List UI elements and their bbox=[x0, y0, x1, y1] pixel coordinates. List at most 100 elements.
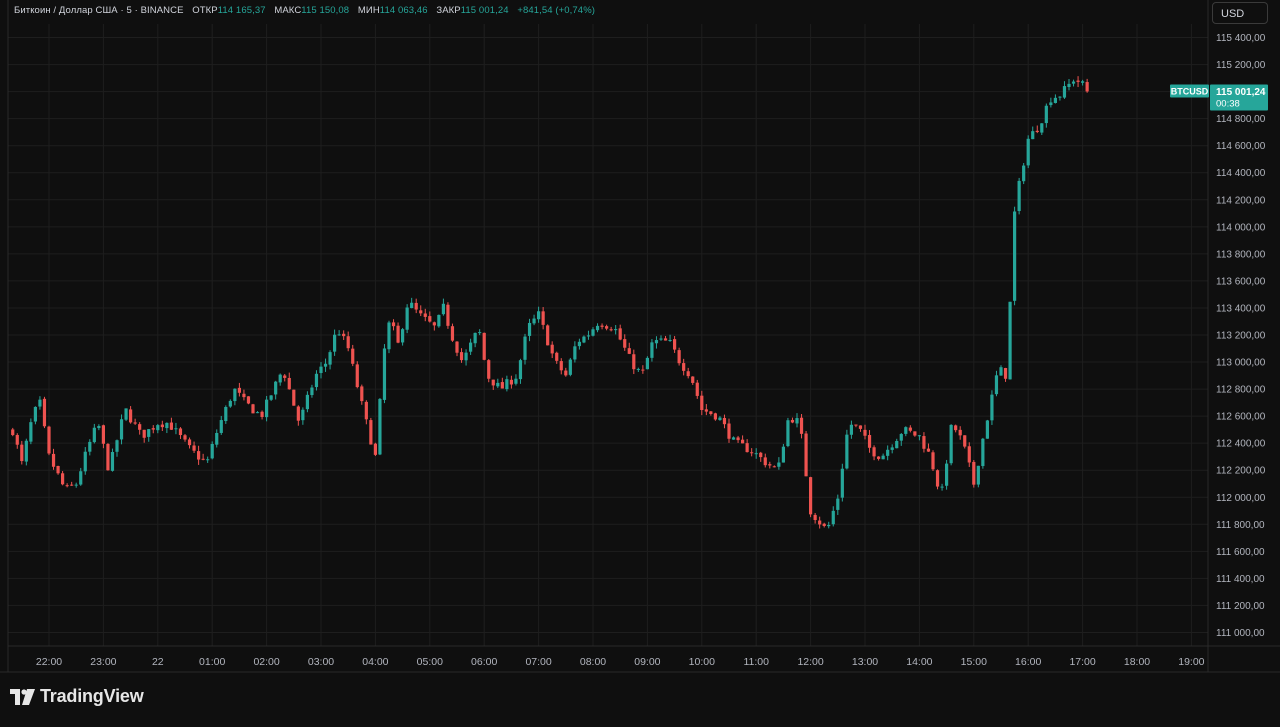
candle-body bbox=[292, 389, 296, 406]
candle bbox=[355, 361, 359, 389]
y-tick-label: 113 200,00 bbox=[1216, 331, 1266, 342]
candle bbox=[1044, 103, 1048, 128]
candle bbox=[591, 327, 595, 337]
candle-body bbox=[206, 459, 210, 461]
candle-body bbox=[614, 329, 618, 331]
symbol-description[interactable]: Биткоин / Доллар США · 5 · BINANCE bbox=[14, 5, 184, 16]
candle bbox=[577, 338, 581, 350]
candle-body bbox=[224, 406, 228, 422]
candle-body bbox=[895, 440, 899, 449]
candle bbox=[994, 370, 999, 397]
high-value: 115 150,08 bbox=[301, 5, 350, 16]
candle bbox=[124, 408, 128, 422]
candle bbox=[369, 417, 373, 445]
candle-body bbox=[138, 424, 142, 430]
candle bbox=[169, 417, 173, 430]
candle bbox=[700, 390, 704, 416]
candle-body bbox=[772, 466, 776, 468]
candle bbox=[673, 336, 677, 353]
candle-body bbox=[541, 311, 545, 325]
candle bbox=[541, 307, 545, 330]
candle-body bbox=[237, 387, 241, 393]
candle bbox=[337, 330, 341, 336]
candle bbox=[777, 457, 781, 470]
candle-body bbox=[1013, 211, 1017, 301]
last-price-label: 115 001,24 bbox=[1216, 87, 1266, 98]
candle bbox=[863, 424, 867, 440]
candle-body bbox=[609, 329, 613, 331]
candle-body bbox=[287, 377, 291, 390]
candle bbox=[1003, 367, 1008, 382]
candle-body bbox=[582, 336, 586, 343]
candle-body bbox=[305, 394, 309, 410]
candle bbox=[129, 406, 133, 424]
candle-body bbox=[1008, 301, 1012, 380]
candle bbox=[1026, 135, 1030, 169]
candle-body bbox=[818, 520, 822, 525]
candle bbox=[582, 335, 586, 344]
candle-body bbox=[863, 429, 867, 436]
candle bbox=[224, 405, 228, 424]
candle-body bbox=[537, 311, 541, 320]
chart-canvas[interactable]: 111 000,00 111 200,00 111 400,00 111 600,00… bbox=[0, 0, 1280, 722]
candle-body bbox=[391, 322, 396, 327]
candle bbox=[917, 435, 921, 441]
candle bbox=[736, 435, 740, 443]
candle-body bbox=[274, 381, 278, 395]
candle bbox=[1013, 206, 1017, 306]
candle bbox=[963, 435, 967, 449]
candle-body bbox=[1067, 83, 1071, 88]
candle-body bbox=[387, 322, 391, 350]
candle-body bbox=[70, 484, 74, 486]
candle-body bbox=[11, 429, 15, 436]
candle-body bbox=[56, 465, 60, 474]
close-value: 115 001,24 bbox=[460, 5, 509, 16]
candle bbox=[650, 339, 654, 362]
candle-body bbox=[985, 420, 989, 439]
candle-body bbox=[106, 443, 110, 471]
candle-body bbox=[473, 332, 477, 344]
candle-body bbox=[954, 425, 958, 431]
candle bbox=[278, 373, 282, 386]
candle bbox=[877, 456, 881, 461]
candle-body bbox=[1081, 81, 1085, 83]
y-tick-label: 113 800,00 bbox=[1216, 249, 1266, 260]
candle-body bbox=[591, 329, 595, 336]
x-tick-label: 02:00 bbox=[253, 656, 279, 668]
candle-body bbox=[1053, 97, 1057, 104]
candle bbox=[1017, 177, 1021, 215]
candle bbox=[396, 322, 400, 344]
candle bbox=[849, 420, 853, 439]
candle-body bbox=[441, 303, 445, 315]
candle-body bbox=[509, 379, 513, 385]
candle-body bbox=[858, 425, 863, 429]
candle-body bbox=[663, 338, 668, 341]
candle-body bbox=[922, 436, 926, 449]
candle-body bbox=[668, 340, 672, 342]
candle-body bbox=[296, 406, 300, 421]
candle bbox=[750, 448, 754, 457]
candle bbox=[949, 424, 953, 466]
candle bbox=[496, 378, 500, 389]
tradingview-logo[interactable]: TradingView bbox=[10, 686, 144, 707]
candle-body bbox=[478, 332, 482, 334]
price-chart[interactable]: 111 000,00 111 200,00 111 400,00 111 600,00… bbox=[0, 0, 1280, 722]
candle bbox=[781, 443, 785, 463]
candle-body bbox=[437, 314, 441, 327]
y-tick-label: 115 400,00 bbox=[1216, 33, 1266, 44]
candle bbox=[301, 407, 305, 425]
candle bbox=[895, 438, 899, 449]
candle-body bbox=[1017, 180, 1021, 212]
candle bbox=[840, 463, 844, 502]
candle-body bbox=[659, 338, 663, 340]
candle-body bbox=[33, 406, 37, 422]
candle-body bbox=[319, 366, 323, 374]
candle-body bbox=[926, 448, 931, 452]
candle bbox=[795, 413, 799, 428]
candle-body bbox=[777, 462, 781, 467]
candle-body bbox=[1031, 131, 1035, 140]
candle bbox=[632, 349, 636, 375]
candle bbox=[428, 311, 432, 323]
currency-button[interactable]: USD bbox=[1212, 2, 1268, 24]
candle-body bbox=[768, 464, 772, 466]
